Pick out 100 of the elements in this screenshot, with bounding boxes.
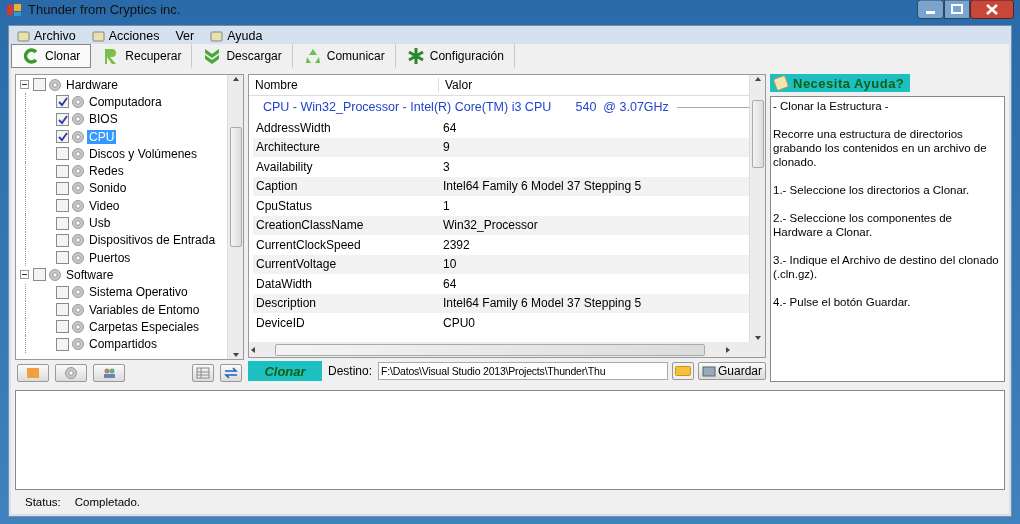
tree-checkbox[interactable] xyxy=(56,164,69,178)
property-value: 10 xyxy=(443,257,457,272)
tree-checkbox[interactable] xyxy=(56,233,69,247)
vertical-scrollbar[interactable] xyxy=(749,75,765,342)
tree-checkbox[interactable] xyxy=(56,147,69,161)
tree-item[interactable]: Carpetas Especiales xyxy=(87,319,202,334)
tree-item[interactable]: Hardware xyxy=(64,77,121,92)
folder-button[interactable] xyxy=(17,364,49,382)
help-text: 4.- Pulse el botón Guardar. xyxy=(773,295,912,309)
gear-icon xyxy=(70,215,86,231)
tree-item[interactable]: Dispositivos de Entrada xyxy=(87,233,218,248)
gear-icon xyxy=(70,163,86,180)
column-header[interactable]: Valor xyxy=(439,78,473,92)
help-text: - Clonar la Estructura - xyxy=(773,99,890,113)
tree-checkbox[interactable] xyxy=(33,268,46,282)
tree-checkbox[interactable] xyxy=(56,303,69,316)
tree-checkbox[interactable] xyxy=(56,181,69,195)
help-text: 2.- Seleccione los componentes de Hardware a Clonar. xyxy=(773,211,953,239)
property-name: AddressWidth xyxy=(255,120,332,135)
menu-item[interactable]: Acciones xyxy=(91,29,160,43)
gear-icon xyxy=(70,128,86,145)
tree-checkbox[interactable] xyxy=(56,320,69,334)
collapse-toggle[interactable] xyxy=(20,80,29,90)
folder-icon xyxy=(26,367,40,379)
tree-item[interactable]: Compartidos xyxy=(87,337,160,352)
toolbar-button[interactable]: Clonar xyxy=(11,44,92,68)
column-header[interactable]: Nombre xyxy=(249,78,439,92)
tree-checkbox[interactable] xyxy=(56,199,69,213)
arrow-icon[interactable] xyxy=(231,75,240,83)
collapse-toggle[interactable] xyxy=(20,270,29,280)
menu-item[interactable]: Ayuda xyxy=(210,29,263,43)
tree-item[interactable]: Software xyxy=(64,267,116,282)
property-name: CurrentVoltage xyxy=(255,257,338,272)
minimize-button[interactable] xyxy=(917,0,944,19)
property-value: 2392 xyxy=(443,237,470,252)
gear-icon xyxy=(70,197,86,214)
tree-item[interactable]: Variables de Entomo xyxy=(87,302,202,317)
tree-checkbox[interactable] xyxy=(56,251,69,265)
property-value: 3 xyxy=(443,159,450,174)
users-button[interactable] xyxy=(93,364,125,382)
help-header: Necesita Ayuda? xyxy=(770,74,911,92)
property-value: Win32_Processor xyxy=(443,218,538,233)
menu-item[interactable]: Archivo xyxy=(17,29,76,43)
property-name: Description xyxy=(255,296,318,311)
browse-button[interactable] xyxy=(672,362,694,380)
gear-button[interactable] xyxy=(55,364,87,382)
arrow-icon[interactable] xyxy=(723,345,732,354)
menu-icon xyxy=(91,30,106,42)
tree-item[interactable]: Usb xyxy=(87,216,113,230)
tree-item[interactable]: Sistema Operativo xyxy=(87,285,190,300)
app-icon xyxy=(6,1,22,18)
horizontal-scrollbar[interactable] xyxy=(249,342,765,357)
save-button[interactable]: Guardar xyxy=(698,362,766,380)
property-name: Availability xyxy=(255,159,314,174)
property-value: 64 xyxy=(443,276,457,291)
property-name: CreationClassName xyxy=(255,218,365,233)
destination-label: Destino: xyxy=(327,364,373,378)
people-icon xyxy=(102,367,116,379)
property-value: Intel64 Family 6 Model 37 Stepping 5 xyxy=(443,296,642,311)
menu-item[interactable]: Ver xyxy=(175,29,195,43)
tree-item[interactable]: Discos y Volúmenes xyxy=(87,146,200,161)
tree-item[interactable]: Redes xyxy=(87,164,126,179)
gear-icon xyxy=(70,301,86,318)
scrollbar-thumb[interactable] xyxy=(229,127,242,247)
arrow-icon[interactable] xyxy=(753,334,762,342)
tree-checkbox[interactable] xyxy=(56,112,69,126)
arrow-icon[interactable] xyxy=(753,75,762,83)
help-text: 3.- Indique el Archivo de destino del clonado (.cln.gz). xyxy=(773,253,1000,281)
asterisk-icon xyxy=(406,47,425,65)
tree-item[interactable]: Computadora xyxy=(87,94,164,109)
tree-item[interactable]: Puertos xyxy=(87,250,133,265)
tree-checkbox[interactable] xyxy=(56,95,69,109)
scrollbar-thumb[interactable] xyxy=(275,343,706,356)
gear-icon xyxy=(70,145,86,162)
menu-icon xyxy=(210,30,225,42)
tree-checkbox[interactable] xyxy=(56,216,69,230)
property-name: CpuStatus xyxy=(255,198,314,213)
tree-checkbox[interactable] xyxy=(33,78,46,92)
scrollbar-thumb[interactable] xyxy=(751,99,764,168)
close-button[interactable] xyxy=(970,0,1014,19)
gear-icon xyxy=(70,232,86,249)
folder-icon xyxy=(675,366,691,376)
tree-checkbox[interactable] xyxy=(56,285,69,299)
property-name: DeviceID xyxy=(255,315,306,330)
vertical-scrollbar[interactable] xyxy=(227,75,243,359)
destination-field[interactable]: F:\Datos\Visual Studio 2013\Projects\Thunder\Thu xyxy=(378,362,668,380)
tree-item[interactable]: Video xyxy=(87,198,122,213)
gear-icon xyxy=(70,111,86,128)
tree-item[interactable]: Sonido xyxy=(87,181,129,196)
property-name: DataWidth xyxy=(255,276,314,291)
tree-checkbox[interactable] xyxy=(56,130,69,144)
gear-icon xyxy=(47,266,63,283)
swap-button[interactable] xyxy=(220,364,242,382)
group-header[interactable]: CPU - Win32_Processor - Intel(R) Core(TM) i3 CPU 540 @ 3.07GHz xyxy=(263,100,669,114)
tree-item[interactable]: BIOS xyxy=(87,112,120,127)
tree-checkbox[interactable] xyxy=(56,337,69,351)
maximize-button[interactable] xyxy=(944,0,970,19)
grid-button[interactable] xyxy=(192,364,214,382)
help-text: Recorre una estructura de directorios grabando los contenidos en un archivo de clonado. xyxy=(773,127,988,169)
property-value: 9 xyxy=(443,140,450,155)
